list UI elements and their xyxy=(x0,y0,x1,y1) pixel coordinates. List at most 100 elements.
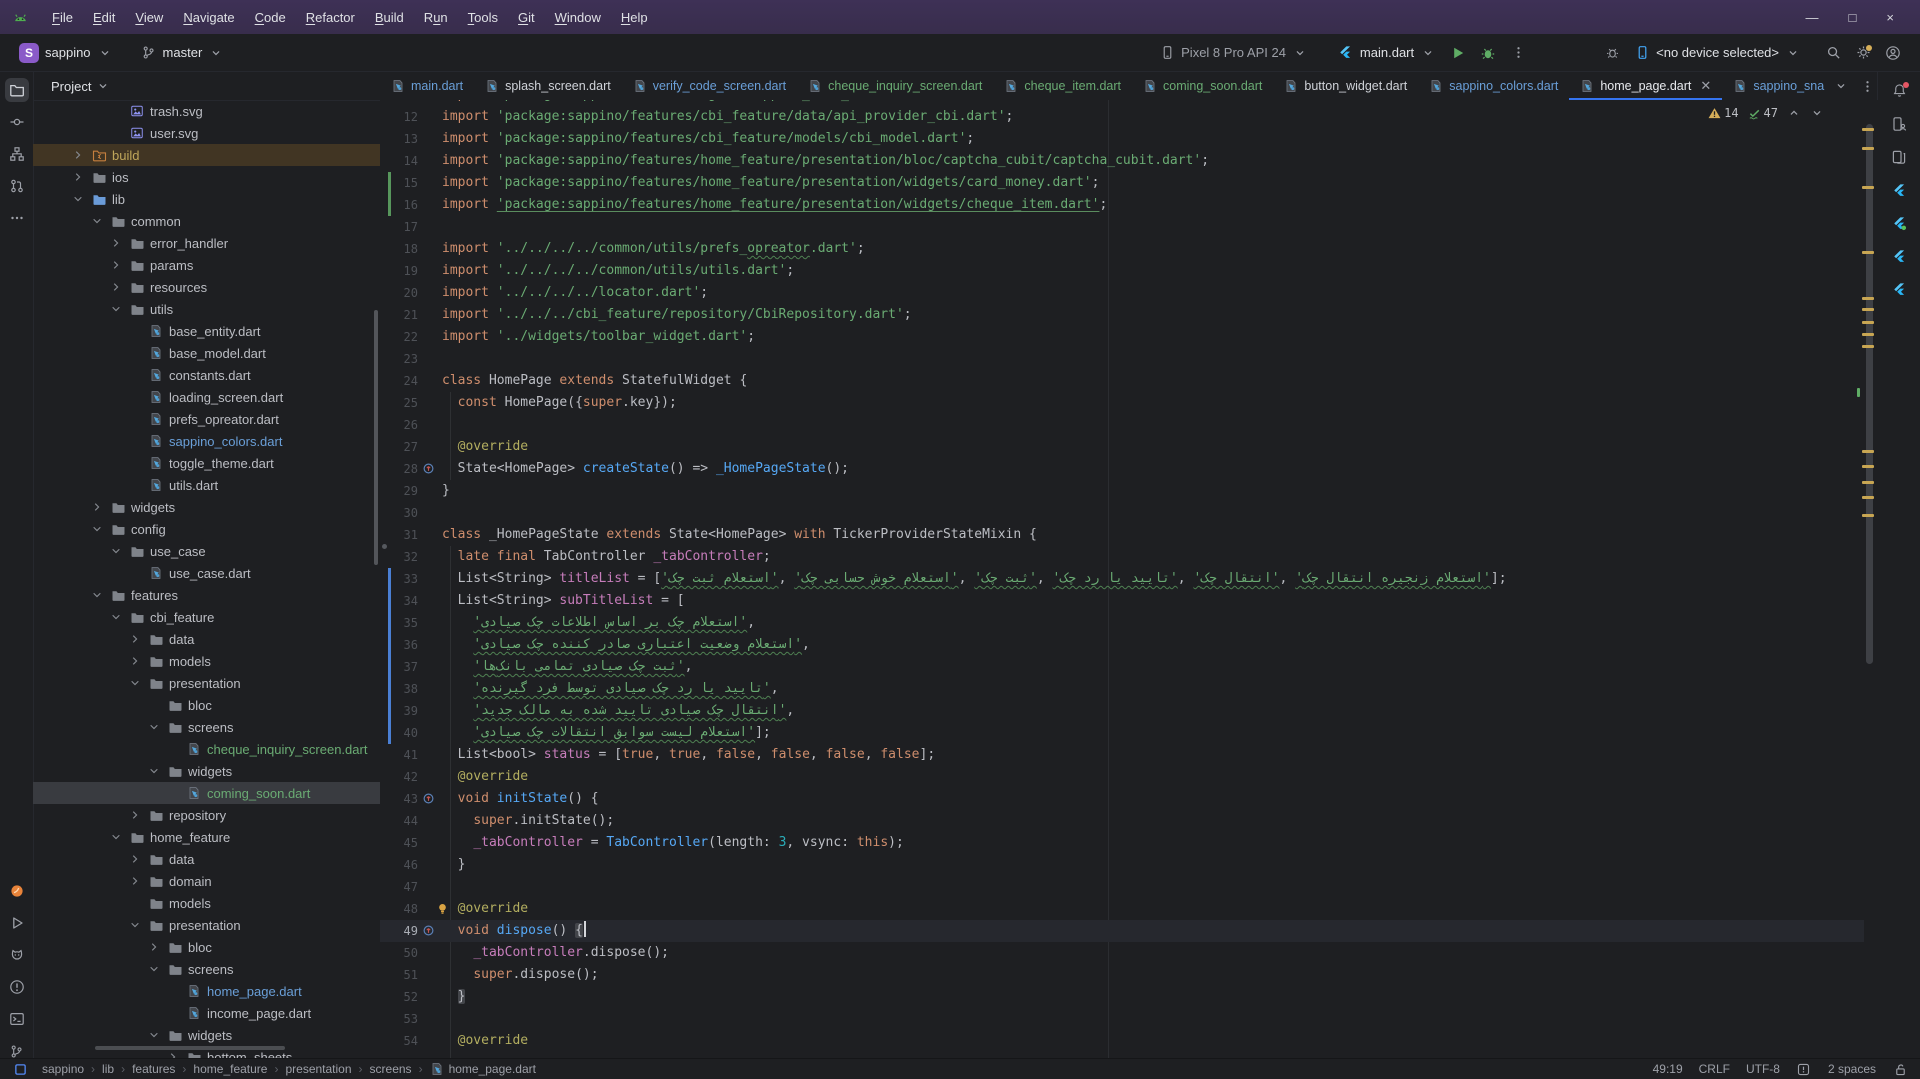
line-number[interactable]: 38 xyxy=(380,678,418,700)
code-line-46[interactable]: 46 } xyxy=(380,854,1864,876)
overriding-method-icon[interactable] xyxy=(422,924,436,938)
tab-button_widget-dart[interactable]: button_widget.dart xyxy=(1273,72,1418,100)
tree-item-home_page-dart[interactable]: home_page.dart xyxy=(33,980,380,1002)
line-number[interactable]: 15 xyxy=(380,172,418,194)
search-everywhere-button[interactable] xyxy=(1818,39,1848,67)
line-number[interactable]: 14 xyxy=(380,150,418,172)
maximize-button[interactable]: □ xyxy=(1849,10,1857,25)
chevron-expanded-icon[interactable] xyxy=(89,214,105,228)
chevron-expanded-icon[interactable] xyxy=(108,302,124,316)
chevron-expanded-icon[interactable] xyxy=(127,676,143,690)
chevron-collapsed-icon[interactable] xyxy=(108,258,124,272)
line-separator[interactable]: CRLF xyxy=(1699,1062,1730,1076)
tree-item-utils[interactable]: utils xyxy=(33,298,380,320)
warning-stripe-mark[interactable] xyxy=(1862,147,1874,150)
editor-scrollbar[interactable] xyxy=(1866,124,1873,664)
tab-home_page-dart[interactable]: home_page.dart✕ xyxy=(1569,72,1722,100)
code-line-26[interactable]: 26 xyxy=(380,414,1864,436)
warning-stripe-mark[interactable] xyxy=(1862,465,1874,468)
settings-button[interactable] xyxy=(1848,39,1878,67)
menu-help[interactable]: Help xyxy=(611,6,658,29)
tab-options-icon[interactable] xyxy=(1859,78,1875,94)
code-line-44[interactable]: 44 super.initState(); xyxy=(380,810,1864,832)
chevron-expanded-icon[interactable] xyxy=(89,588,105,602)
code-line-20[interactable]: 20import '../../../../locator.dart'; xyxy=(380,282,1864,304)
code-line-16[interactable]: 16import 'package:sappino/features/home_… xyxy=(380,194,1864,216)
menu-refactor[interactable]: Refactor xyxy=(296,6,365,29)
line-number[interactable]: 16 xyxy=(380,194,418,216)
breadcrumb-item[interactable]: home_page.dart xyxy=(430,1062,536,1076)
code-line-41[interactable]: 41 List<bool> status = [true, true, fals… xyxy=(380,744,1864,766)
code-line-47[interactable]: 47 xyxy=(380,876,1864,898)
line-number[interactable]: 22 xyxy=(380,326,418,348)
code-line-25[interactable]: 25 const HomePage({super.key}); xyxy=(380,392,1864,414)
breadcrumb-item[interactable]: home_feature xyxy=(193,1062,267,1076)
warning-stripe-mark[interactable] xyxy=(1862,297,1874,300)
tab-main-dart[interactable]: main.dart xyxy=(380,72,474,100)
breadcrumb-item[interactable]: features xyxy=(132,1062,175,1076)
line-number[interactable]: 40 xyxy=(380,722,418,744)
code-line-45[interactable]: 45 _tabController = TabController(length… xyxy=(380,832,1864,854)
device-selector[interactable]: Pixel 8 Pro API 24 xyxy=(1152,39,1315,67)
line-number[interactable]: 34 xyxy=(380,590,418,612)
code-line-33[interactable]: 33 List<String> titleList = ['استعلام ثب… xyxy=(380,568,1864,590)
chevron-collapsed-icon[interactable] xyxy=(70,148,86,162)
chevron-collapsed-icon[interactable] xyxy=(146,940,162,954)
intention-bulb-icon[interactable] xyxy=(436,902,449,915)
line-number[interactable]: 18 xyxy=(380,238,418,260)
next-problem-icon[interactable] xyxy=(1810,106,1824,120)
tab-sappino_colors-dart[interactable]: sappino_colors.dart xyxy=(1418,72,1569,100)
warning-stripe-mark[interactable] xyxy=(1862,450,1874,453)
chevron-expanded-icon[interactable] xyxy=(146,720,162,734)
chevron-expanded-icon[interactable] xyxy=(146,764,162,778)
code-line-29[interactable]: 29} xyxy=(380,480,1864,502)
menu-file[interactable]: File xyxy=(42,6,83,29)
project-widget[interactable]: S sappino xyxy=(12,39,120,67)
tree-item-loading_screen-dart[interactable]: loading_screen.dart xyxy=(33,386,380,408)
line-number[interactable]: 39 xyxy=(380,700,418,722)
code-line-14[interactable]: 14import 'package:sappino/features/home_… xyxy=(380,150,1864,172)
tree-item-params[interactable]: params xyxy=(33,254,380,276)
chevron-expanded-icon[interactable] xyxy=(108,544,124,558)
device-status-widget[interactable]: <no device selected> xyxy=(1627,39,1808,67)
line-number[interactable]: 29 xyxy=(380,480,418,502)
code-line-15[interactable]: 15import 'package:sappino/features/home_… xyxy=(380,172,1864,194)
line-number[interactable]: 54 xyxy=(380,1030,418,1052)
unlock-icon[interactable] xyxy=(1892,1061,1908,1077)
chevron-collapsed-icon[interactable] xyxy=(127,852,143,866)
chevron-expanded-icon[interactable] xyxy=(89,522,105,536)
menu-view[interactable]: View xyxy=(125,6,173,29)
chevron-collapsed-icon[interactable] xyxy=(108,280,124,294)
chevron-collapsed-icon[interactable] xyxy=(127,632,143,646)
code-line-38[interactable]: 38 'تایید یا رد چک صیادی توسط فرد گیرنده… xyxy=(380,678,1864,700)
tree-item-home_feature[interactable]: home_feature xyxy=(33,826,380,848)
chevron-expanded-icon[interactable] xyxy=(108,610,124,624)
tree-item-error_handler[interactable]: error_handler xyxy=(33,232,380,254)
more-actions-button[interactable] xyxy=(1503,39,1533,67)
tree-item-use_case-dart[interactable]: use_case.dart xyxy=(33,562,380,584)
line-number[interactable]: 51 xyxy=(380,964,418,986)
stripe-firebase-button[interactable] xyxy=(5,879,29,903)
tree-item-features[interactable]: features xyxy=(33,584,380,606)
warning-stripe-mark[interactable] xyxy=(1862,345,1874,348)
tree-item-constants-dart[interactable]: constants.dart xyxy=(33,364,380,386)
warnings-indicator[interactable]: 14 xyxy=(1708,106,1738,120)
tree-item-ios[interactable]: ios xyxy=(33,166,380,188)
indent-setting[interactable]: 2 spaces xyxy=(1828,1062,1876,1076)
line-number[interactable]: 24 xyxy=(380,370,418,392)
line-number[interactable]: 46 xyxy=(380,854,418,876)
breadcrumb-item[interactable]: presentation xyxy=(285,1062,351,1076)
tree-item-widgets[interactable]: widgets xyxy=(33,760,380,782)
caret-position[interactable]: 49:19 xyxy=(1653,1062,1683,1076)
code-line-28[interactable]: 28 State<HomePage> createState() => _Hom… xyxy=(380,458,1864,480)
line-number[interactable]: 47 xyxy=(380,876,418,898)
code-line-51[interactable]: 51 super.dispose(); xyxy=(380,964,1864,986)
chevron-expanded-icon[interactable] xyxy=(146,1028,162,1042)
tree-item-screens[interactable]: screens xyxy=(33,716,380,738)
line-number[interactable]: 42 xyxy=(380,766,418,788)
tree-item-build[interactable]: build xyxy=(33,144,380,166)
tree-item-repository[interactable]: repository xyxy=(33,804,380,826)
tree-horizontal-scrollbar[interactable] xyxy=(95,1046,285,1050)
line-number[interactable]: 12 xyxy=(380,106,418,128)
tree-item-cbi_feature[interactable]: cbi_feature xyxy=(33,606,380,628)
